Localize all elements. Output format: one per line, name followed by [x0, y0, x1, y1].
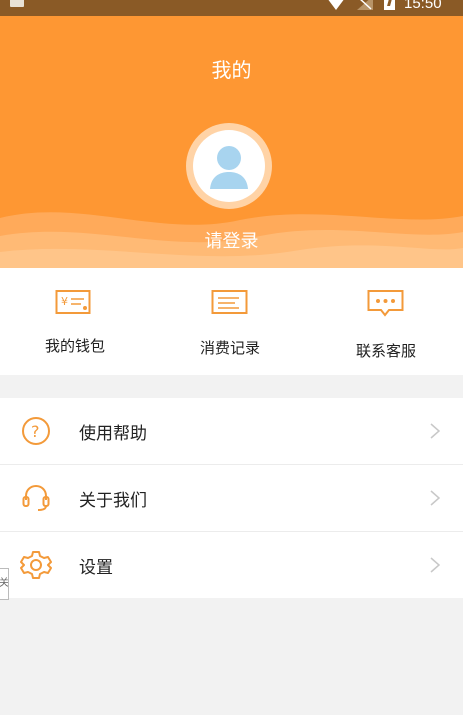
quick-actions-bar: ¥ 我的钱包 消费记录 联系客服	[0, 268, 463, 375]
svg-text:?: ?	[31, 422, 40, 441]
chat-bubble-icon	[367, 290, 404, 317]
status-time: 15:50	[404, 0, 442, 12]
quick-action-label: 联系客服	[355, 342, 416, 360]
chevron-right-icon	[430, 490, 441, 506]
menu-item-settings[interactable]: 设置	[0, 532, 463, 598]
profile-header: 我的 请登录	[0, 16, 463, 268]
settings-menu: ? 使用帮助 关于我们 设置	[0, 398, 463, 598]
quick-action-support[interactable]: 联系客服	[326, 268, 446, 375]
page-title: 我的	[211, 58, 252, 82]
avatar	[193, 130, 265, 202]
quick-action-label: 我的钱包	[44, 337, 105, 355]
svg-text:¥: ¥	[61, 295, 68, 308]
battery-charging-icon	[384, 0, 395, 10]
menu-item-about[interactable]: 关于我们	[0, 465, 463, 532]
headset-icon	[22, 484, 50, 511]
wifi-icon	[327, 0, 345, 10]
receipt-list-icon	[211, 290, 248, 314]
menu-item-help[interactable]: ? 使用帮助	[0, 398, 463, 465]
edge-floating-tab[interactable]: 关	[0, 568, 9, 600]
menu-item-label: 使用帮助	[79, 424, 147, 444]
user-avatar-icon	[210, 146, 248, 189]
menu-item-label: 关于我们	[79, 491, 147, 511]
avatar-button[interactable]	[186, 123, 272, 209]
signal-icon	[357, 0, 373, 10]
menu-item-label: 设置	[79, 558, 113, 578]
login-prompt-link[interactable]: 请登录	[0, 227, 463, 253]
status-bar: 15:50	[0, 0, 463, 16]
quick-action-records[interactable]: 消费记录	[170, 268, 290, 375]
chevron-right-icon	[430, 423, 441, 439]
wallet-icon: ¥	[55, 290, 91, 314]
quick-action-label: 消费记录	[199, 339, 260, 357]
gear-icon	[20, 551, 52, 579]
help-circle-icon: ?	[22, 417, 50, 445]
chevron-right-icon	[430, 557, 441, 573]
photo-notification-icon	[10, 0, 24, 7]
quick-action-wallet[interactable]: ¥ 我的钱包	[15, 268, 135, 375]
